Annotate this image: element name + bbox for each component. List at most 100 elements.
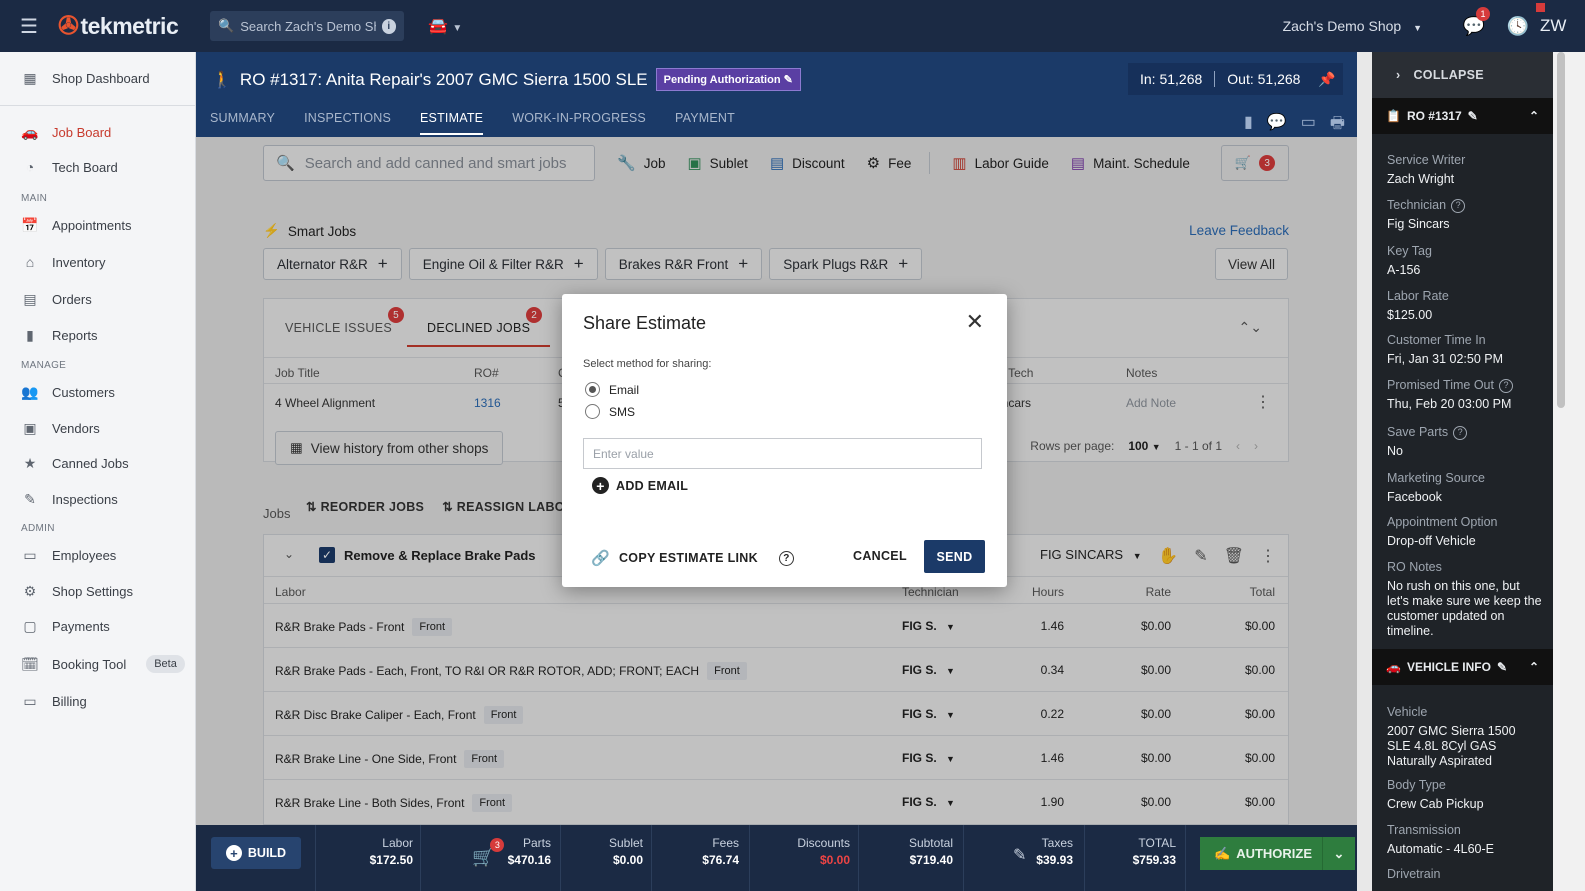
button-label: BUILD	[247, 846, 287, 860]
sidebar-item-label: Reports	[52, 327, 98, 343]
help-icon[interactable]: ?	[1498, 378, 1513, 393]
sidebar-item-tech-board[interactable]: ◔ Tech Board	[0, 149, 196, 185]
section-label-admin: ADMIN	[21, 523, 55, 534]
copy-estimate-link-button[interactable]: 🔗 COPY ESTIMATE LINK?	[591, 549, 794, 567]
sidebar-item-vendors[interactable]: ▣ Vendors	[0, 410, 196, 446]
build-button[interactable]: + BUILD	[211, 837, 301, 869]
logo[interactable]: ✇ tekmetric	[58, 11, 210, 41]
scrollbar[interactable]	[1553, 52, 1585, 891]
sidebar-item-job-board[interactable]: 🚗 Job Board	[0, 114, 196, 150]
authorize-button[interactable]: ✍ AUTHORIZE ⌄	[1200, 837, 1355, 870]
sidebar-item-employees[interactable]: ▭ Employees	[0, 537, 196, 573]
sidebar-item-reports[interactable]: ▮ Reports	[0, 317, 196, 353]
close-icon[interactable]: ✕	[966, 309, 984, 335]
messages-button[interactable]: 💬 1	[1452, 6, 1496, 37]
people-icon: 👥	[21, 383, 39, 400]
ro-details-panel: › COLLAPSE 📋 RO #1317 ✎ ⌃ Service Writer Zach…	[1372, 52, 1553, 891]
total-discounts: Discounts $0.00	[797, 835, 850, 869]
store-icon: ▣	[23, 419, 37, 436]
total-parts: Parts $470.16	[508, 835, 551, 869]
search-icon: 🔍	[218, 18, 235, 33]
help-icon[interactable]: ?	[1451, 198, 1466, 213]
bar-chart-icon: ▮	[26, 326, 34, 343]
sidebar-item-appointments[interactable]: 📅 Appointments	[0, 207, 196, 243]
car-icon: 🚗	[21, 123, 39, 140]
bar-chart-icon[interactable]: ▮	[1244, 112, 1253, 139]
status-badge[interactable]: Pending Authorization ✎	[655, 68, 801, 91]
tab-work-in-progress[interactable]: WORK-IN-PROGRESS	[512, 111, 646, 135]
scrollbar-thumb[interactable]	[1557, 52, 1565, 408]
sidebar-item-inspections[interactable]: ✎ Inspections	[0, 481, 196, 517]
sidebar: ▦ Shop Dashboard 🚗 Job Board ◔ Tech Board M…	[0, 52, 196, 891]
sidebar-item-customers[interactable]: 👥 Customers	[0, 374, 196, 410]
hamburger-menu-icon[interactable]: ☰	[0, 14, 58, 39]
sidebar-item-shop-dashboard[interactable]: ▦ Shop Dashboard	[0, 60, 196, 96]
ro-title-row: 🚶 RO #1317: Anita Repair's 2007 GMC Sier…	[212, 68, 801, 91]
radio-sms[interactable]: SMS	[585, 404, 635, 419]
plus-circle-icon: +	[592, 477, 609, 494]
sidebar-item-shop-settings[interactable]: ⚙ Shop Settings	[0, 573, 196, 609]
vehicle-section-header[interactable]: 🚗 VEHICLE INFO ✎ ⌃	[1372, 649, 1553, 685]
global-search[interactable]: 🔍 Search Zach's Demo Shop i	[210, 11, 404, 41]
print-icon[interactable]: 🖶	[1330, 112, 1345, 139]
tab-estimate[interactable]: ESTIMATE	[420, 111, 484, 135]
comment-icon[interactable]: 💬	[1267, 112, 1287, 139]
mileage-box[interactable]: In: 51,268 Out: 51,268	[1128, 63, 1313, 95]
speedometer-icon: ◔	[25, 159, 35, 175]
field-vehicle: Vehicle 2007 GMC Sierra 1500 SLE 4.8L 8Cy…	[1387, 705, 1542, 769]
sidebar-item-billing[interactable]: ▭ Billing	[0, 683, 196, 719]
header-actions: ▮ 💬 ▭ 🖶	[1244, 112, 1345, 139]
pencil-icon[interactable]: ✎	[1468, 109, 1478, 123]
sidebar-item-canned-jobs[interactable]: ★ Canned Jobs	[0, 445, 196, 481]
divider	[858, 825, 859, 891]
list-icon: ▤	[23, 290, 37, 307]
ro-section-header[interactable]: 📋 RO #1317 ✎ ⌃	[1372, 98, 1553, 134]
radio-email[interactable]: Email	[585, 382, 639, 397]
divider	[560, 825, 561, 891]
total-value: $719.40	[909, 853, 953, 867]
help-icon[interactable]: ?	[1453, 425, 1468, 440]
pencil-icon[interactable]: ✎	[1013, 845, 1026, 865]
send-button[interactable]: SEND	[924, 540, 985, 573]
email-field[interactable]	[583, 438, 982, 469]
sidebar-item-inventory[interactable]: ⌂ Inventory	[0, 244, 196, 280]
sidebar-item-booking-tool[interactable]: 🗓 Booking Tool Beta	[0, 646, 196, 682]
button-label: ADD EMAIL	[616, 478, 689, 493]
radio-label: SMS	[609, 404, 636, 419]
vehicle-selector[interactable]: 🚘 ▼	[428, 16, 462, 36]
shop-selector[interactable]: Zach's Demo Shop ▼	[1283, 18, 1422, 34]
credit-card-icon: ▭	[23, 692, 37, 709]
parts-cart-icon[interactable]: 🛒 3	[472, 838, 505, 868]
plus-circle-icon: +	[225, 845, 242, 861]
pin-icon[interactable]: 📌	[1311, 63, 1343, 95]
cancel-button[interactable]: CANCEL	[853, 549, 907, 563]
field-label: Vehicle	[1387, 705, 1428, 719]
chevron-down-icon[interactable]: ⌄	[1322, 837, 1355, 870]
add-email-button[interactable]: + ADD EMAIL	[592, 477, 688, 494]
help-icon[interactable]: ?	[778, 550, 794, 566]
ro-header: 🚶 RO #1317: Anita Repair's 2007 GMC Sier…	[196, 52, 1357, 137]
history-button[interactable]: 🕓	[1496, 16, 1540, 37]
tab-inspections[interactable]: INSPECTIONS	[304, 111, 391, 135]
collapse-button[interactable]: › COLLAPSE	[1372, 52, 1553, 98]
share-screen-icon[interactable]: ▭	[1301, 112, 1316, 139]
divider	[1084, 825, 1085, 891]
top-bar: ☰ ✇tekmetric 🔍 Search Zach's Demo Shop i…	[0, 0, 1585, 52]
tab-summary[interactable]: SUMMARY	[210, 111, 275, 135]
dialog-title: Share Estimate	[583, 313, 707, 333]
pencil-icon[interactable]: ✎	[1497, 660, 1507, 674]
radio-label: Email	[609, 382, 640, 397]
field-value: Crew Cab Pickup	[1387, 797, 1484, 811]
chevron-down-icon: ▼	[1413, 23, 1422, 33]
field-value: Facebook	[1387, 490, 1442, 504]
totals-footer: + BUILD Labor $172.50 🛒 3 Parts $470.16 Subl…	[196, 825, 1357, 891]
info-icon[interactable]: i	[381, 18, 396, 34]
status-text: Pending Authorization	[663, 74, 781, 86]
method-label: Select method for sharing:	[583, 358, 712, 370]
sidebar-item-orders[interactable]: ▤ Orders	[0, 281, 196, 317]
field-save-parts: Save Parts? No	[1387, 425, 1542, 459]
user-menu[interactable]: ZW	[1536, 3, 1585, 36]
calendar-icon: 📅	[21, 216, 39, 233]
sidebar-item-payments[interactable]: ▢ Payments	[0, 608, 196, 644]
tab-payment[interactable]: PAYMENT	[675, 111, 735, 135]
